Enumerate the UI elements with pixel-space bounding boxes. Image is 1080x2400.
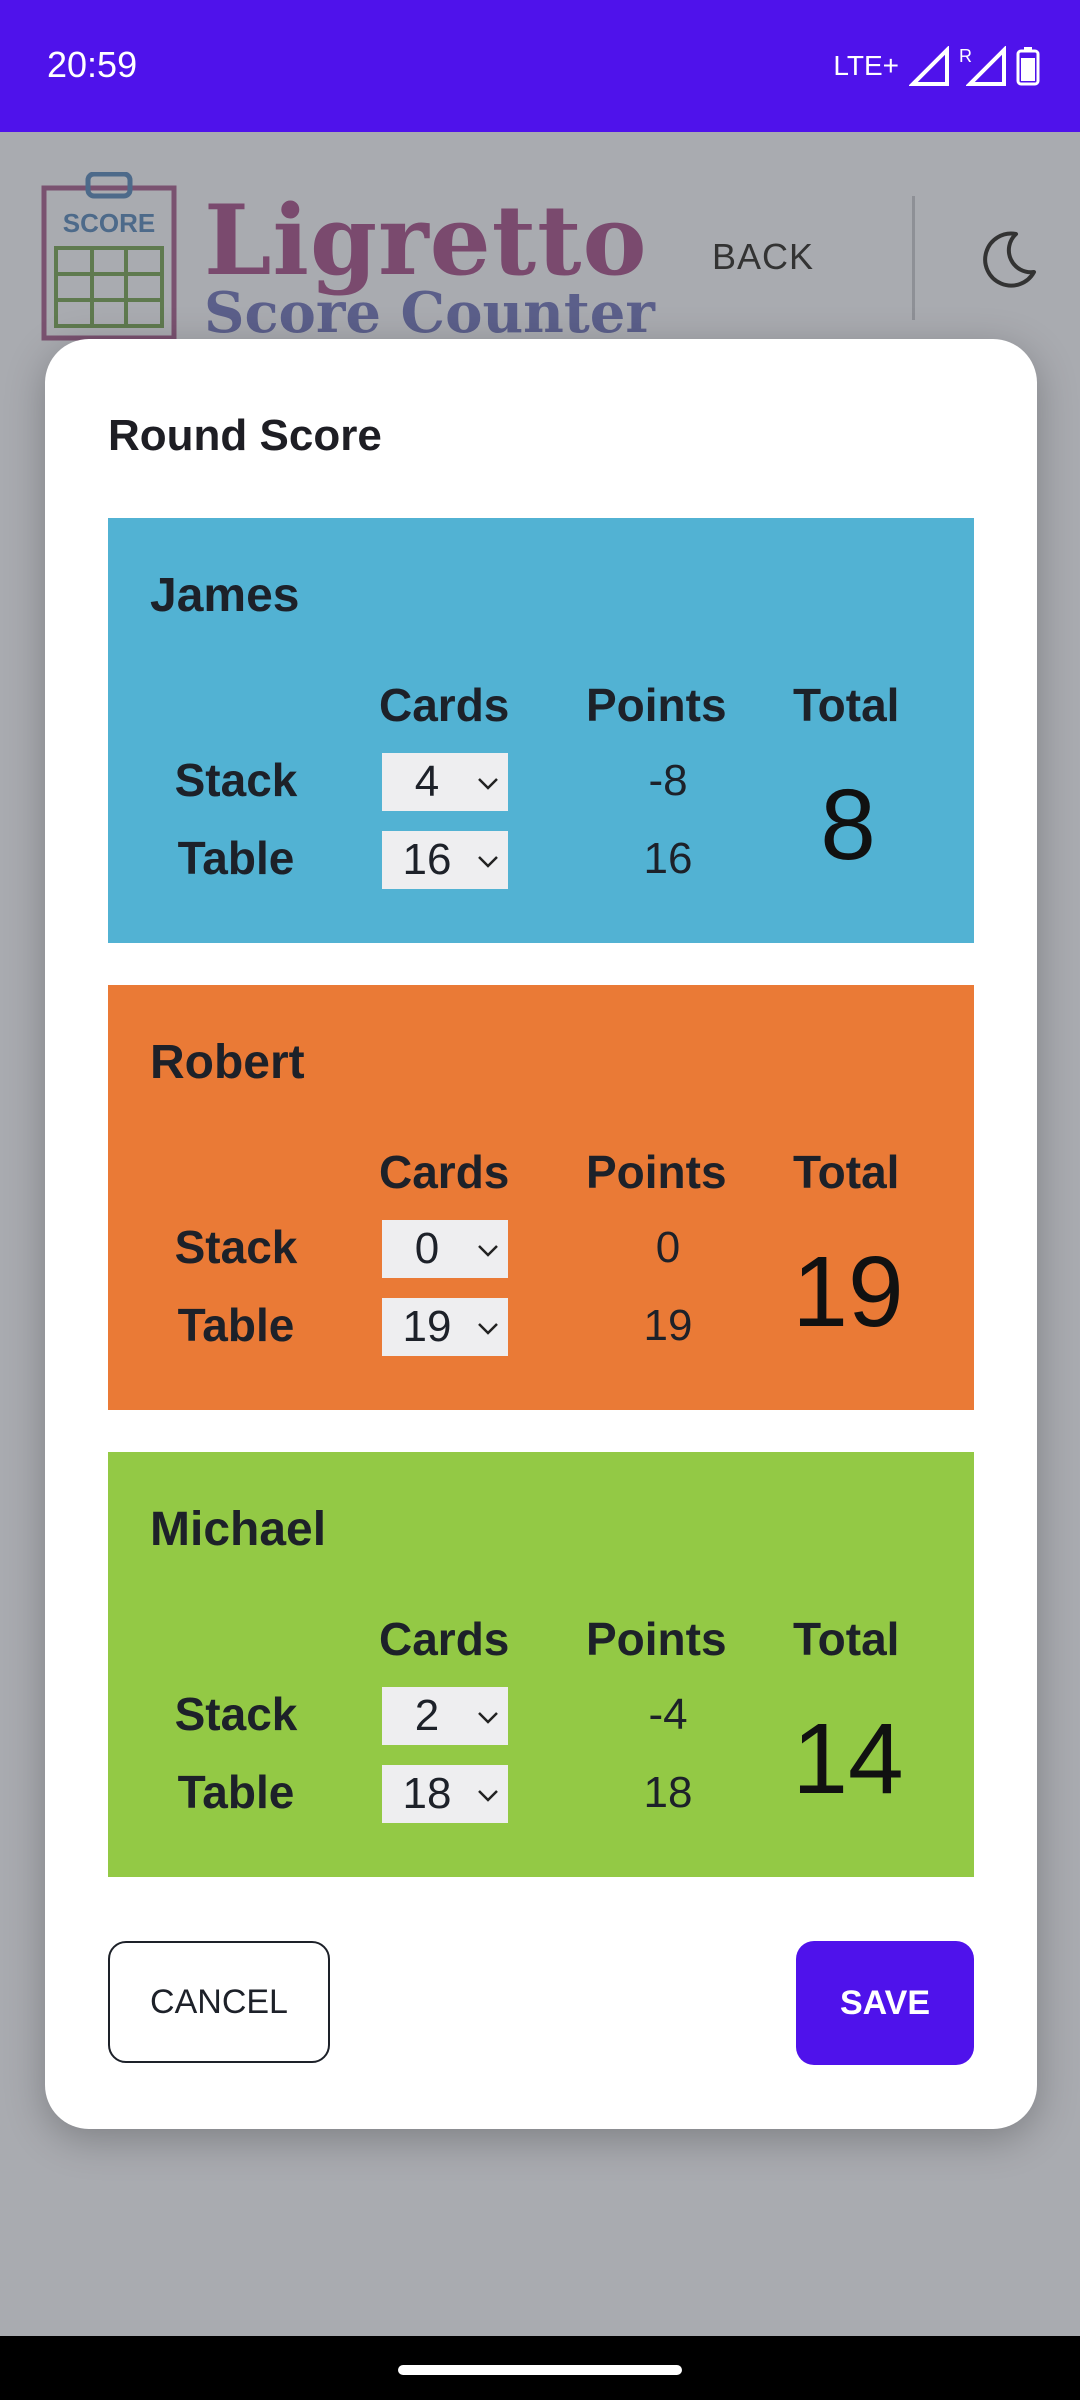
table-points: 16 bbox=[643, 834, 693, 883]
chevron-down-icon bbox=[478, 1245, 498, 1257]
chevron-down-icon bbox=[478, 778, 498, 790]
label-table: Table bbox=[177, 832, 295, 884]
label-stack: Stack bbox=[174, 1221, 298, 1273]
stack-points: -8 bbox=[648, 756, 688, 805]
table-points: 19 bbox=[643, 1301, 693, 1350]
total-score: 14 bbox=[792, 1703, 904, 1815]
player-card-robert: Robert Cards Points Total Stack Table 0 … bbox=[108, 985, 974, 1410]
chevron-down-icon bbox=[478, 1323, 498, 1335]
signal-roaming-icon bbox=[966, 46, 1006, 86]
stack-points: -4 bbox=[648, 1690, 688, 1739]
stack-cards-select[interactable]: 4 bbox=[382, 753, 508, 811]
header-points: Points bbox=[586, 1613, 727, 1665]
status-icons: LTE+ R bbox=[833, 44, 1040, 88]
header-total: Total bbox=[793, 679, 900, 731]
table-cards-select[interactable]: 16 bbox=[382, 831, 508, 889]
table-cards-value: 19 bbox=[402, 1302, 452, 1351]
logo-badge-text: SCORE bbox=[63, 208, 155, 238]
signal-icon bbox=[909, 46, 949, 86]
player-name: James bbox=[150, 569, 300, 622]
player-name: Robert bbox=[150, 1036, 305, 1089]
battery-icon bbox=[1016, 47, 1040, 86]
status-time: 20:59 bbox=[47, 44, 138, 85]
table-cards-value: 16 bbox=[402, 835, 452, 884]
header-cards: Cards bbox=[379, 1613, 510, 1665]
stack-cards-value: 2 bbox=[414, 1691, 440, 1740]
stack-points: 0 bbox=[655, 1223, 681, 1272]
player-name: Michael bbox=[150, 1503, 327, 1556]
network-type: LTE+ bbox=[833, 50, 899, 81]
moon-icon[interactable] bbox=[976, 228, 1040, 292]
header-total: Total bbox=[793, 1613, 900, 1665]
total-score: 19 bbox=[792, 1236, 904, 1348]
header-total: Total bbox=[793, 1146, 900, 1198]
label-stack: Stack bbox=[174, 754, 298, 806]
stack-cards-select[interactable]: 2 bbox=[382, 1687, 508, 1745]
app-header: SCORE Ligretto Score Counter BACK bbox=[0, 132, 1080, 346]
label-table: Table bbox=[177, 1766, 295, 1818]
label-table: Table bbox=[177, 1299, 295, 1351]
save-button[interactable]: SAVE bbox=[796, 1941, 974, 2065]
header-cards: Cards bbox=[379, 679, 510, 731]
back-button[interactable]: BACK bbox=[712, 236, 814, 278]
roaming-indicator: R bbox=[959, 46, 1006, 86]
chevron-down-icon bbox=[478, 1790, 498, 1802]
logo-subtitle: Score Counter bbox=[204, 280, 655, 346]
header-points: Points bbox=[586, 679, 727, 731]
stack-cards-value: 0 bbox=[414, 1224, 440, 1273]
stack-cards-value: 4 bbox=[414, 757, 440, 806]
table-points: 18 bbox=[643, 1768, 693, 1817]
chevron-down-icon bbox=[478, 1712, 498, 1724]
header-cards: Cards bbox=[379, 1146, 510, 1198]
status-bar: 20:59 LTE+ R bbox=[0, 0, 1080, 132]
scoreboard-logo-icon: SCORE bbox=[41, 172, 177, 341]
label-stack: Stack bbox=[174, 1688, 298, 1740]
chevron-down-icon bbox=[478, 856, 498, 868]
header-points: Points bbox=[586, 1146, 727, 1198]
table-cards-select[interactable]: 19 bbox=[382, 1298, 508, 1356]
total-score: 8 bbox=[820, 769, 876, 881]
table-cards-value: 18 bbox=[402, 1769, 452, 1818]
dialog-title: Round Score bbox=[108, 411, 382, 460]
stack-cards-select[interactable]: 0 bbox=[382, 1220, 508, 1278]
table-cards-select[interactable]: 18 bbox=[382, 1765, 508, 1823]
player-card-james: James Cards Points Total Stack Table 4 1… bbox=[108, 518, 974, 943]
header-divider bbox=[912, 196, 915, 320]
player-card-michael: Michael Cards Points Total Stack Table 2… bbox=[108, 1452, 974, 1877]
home-gesture-handle[interactable] bbox=[398, 2365, 682, 2375]
round-score-dialog: Round Score James Cards Points Total Sta… bbox=[45, 339, 1037, 2129]
cancel-button[interactable]: CANCEL bbox=[108, 1941, 330, 2063]
